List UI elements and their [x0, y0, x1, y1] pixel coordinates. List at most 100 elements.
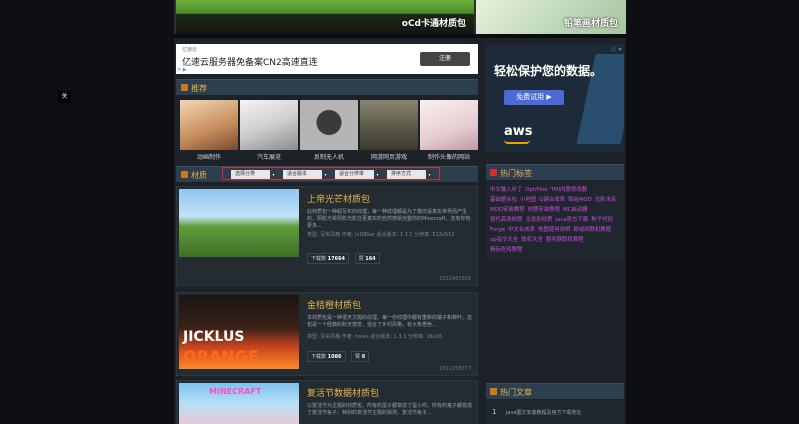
banner-pencil[interactable]: 铅笔画材质包: [476, 0, 626, 34]
tag-link[interactable]: Forge: [490, 225, 505, 235]
chevron-down-icon: ▾: [374, 170, 381, 179]
download-value: 1086: [327, 354, 342, 360]
section-recommend: 推荐: [176, 79, 478, 95]
banner-title: oCd卡通材质包: [401, 19, 466, 29]
filter-label: 选择分类: [235, 171, 256, 177]
ad-banner-right[interactable]: ⓘ ✕ 轻松保护您的数据。 免费试用 ▶ aws: [486, 44, 624, 152]
tag-icon: [490, 169, 497, 176]
like-value: 164: [365, 256, 376, 262]
download-label: 下载数: [311, 354, 327, 360]
card-thumbnail[interactable]: [179, 189, 299, 257]
material-card[interactable]: 上帝光芒材质包 此材质包一种超写实的纹理，每一种纹理都是为了模仿逼真实世界而产生…: [176, 186, 478, 286]
tag-link[interactable]: MC启动器: [563, 205, 588, 215]
rec-item[interactable]: 网游网页游戏: [360, 100, 418, 162]
filter-category-select[interactable]: 选择分类 ▾: [231, 170, 277, 179]
tag-link[interactable]: 材质安装教程: [528, 205, 560, 215]
download-count: 下载数 1086: [307, 351, 346, 362]
banner-title: 铅笔画材质包: [563, 19, 618, 29]
card-description: 此材质包一种超写实的纹理，每一种纹理都是为了模仿逼真实世界而产生的，阴影光晕阴影…: [307, 209, 471, 229]
tag-link[interactable]: 小地图: [520, 195, 536, 205]
tag-link[interactable]: 服务器联机教程: [546, 235, 584, 245]
like-count[interactable]: 赞 164: [354, 253, 380, 264]
filter-label: 排序方式: [391, 171, 412, 177]
banner-strip: [174, 34, 626, 38]
ad-trial-button[interactable]: 免费试用 ▶: [504, 90, 564, 105]
download-value: 17664: [327, 256, 346, 262]
top-banners: oCd卡通材质包 铅笔画材质包: [174, 0, 626, 38]
section-hot-articles: 热门文章: [486, 383, 624, 399]
tag-link[interactable]: 地图使用说明: [538, 225, 570, 235]
ad-title: 轻松保护您的数据。: [494, 64, 603, 78]
close-icon[interactable]: 关: [58, 91, 71, 103]
card-title[interactable]: 金桔橙材质包: [307, 298, 361, 311]
article-item[interactable]: 1 java图文安装教程及官方下载地址: [486, 400, 624, 424]
section-icon: [181, 171, 188, 178]
tag-cloud: 中文输入补丁 OptiFine TMI内置修改器基础整合包 小地图 G键合成表 铁砧MOD…: [486, 182, 624, 260]
like-count[interactable]: 赞 6: [351, 351, 370, 362]
filter-version-select[interactable]: 适合版本 ▾: [283, 170, 329, 179]
ad-info-icon[interactable]: ⓘ ✕: [611, 46, 622, 53]
ad-banner-left[interactable]: 亿速云 亿速云服务器免备案CN2高速直连 注册 ✕ ▶: [176, 44, 478, 74]
tag-link[interactable]: 中文合成表: [508, 225, 535, 235]
rec-image: [240, 100, 298, 150]
card-meta: 类型: 写实风格 作者: holve 适合版本: 1.3.1 分辨率: 16x1…: [307, 334, 442, 340]
ad-brand: 亿速云: [182, 47, 198, 53]
rec-caption: 网游网页游戏: [370, 154, 407, 161]
ad-text: 亿速云服务器免备案CN2高速直连: [182, 58, 318, 68]
card-stats: 下载数 1086 赞 6: [307, 351, 373, 362]
filter-resolution-select[interactable]: 适合分辨率 ▾: [335, 170, 381, 179]
like-label: 赞: [355, 354, 361, 360]
rec-image: [300, 100, 358, 150]
material-card[interactable]: MINECRAFT 复活节数据材质包 以复活节为主题的材质包，所有的蛋子都变成了…: [176, 380, 478, 424]
section-icon: [181, 84, 188, 91]
article-title[interactable]: java图文安装教程及官方下载地址: [506, 409, 581, 416]
banner-ocd[interactable]: oCd卡通材质包: [176, 0, 474, 34]
tag-link[interactable]: G键合成表: [539, 195, 565, 205]
card-title[interactable]: 上帝光芒材质包: [307, 192, 370, 205]
tag-link[interactable]: op指令大全: [490, 235, 518, 245]
tag-link[interactable]: java官方下载: [555, 215, 588, 225]
recommend-row: 动画制作 汽车展览 反制无人机 网游网页游戏 制作头像的网站: [176, 100, 478, 162]
tag-link[interactable]: 主设形材质: [525, 215, 552, 225]
tag-link[interactable]: 光影水反: [595, 195, 617, 205]
material-card[interactable]: JICKLUS ORANGE 金桔橙材质包 本材质包是一种很天文题的纹理。每一份…: [176, 292, 478, 376]
tag-link[interactable]: 种子代码: [591, 215, 613, 225]
article-icon: [490, 388, 497, 395]
rec-caption: 制作头像的网站: [427, 154, 470, 161]
card-stats: 下载数 17664 赞 164: [307, 253, 384, 264]
card-thumbnail[interactable]: JICKLUS ORANGE: [179, 295, 299, 369]
tag-link[interactable]: TMI内置修改器: [551, 185, 588, 195]
rec-item[interactable]: 制作头像的网站: [420, 100, 478, 162]
tag-link[interactable]: 基础整合包: [490, 195, 517, 205]
article-rank: 1: [492, 408, 497, 416]
rec-image: [180, 100, 238, 150]
section-title: 热门标签: [500, 169, 532, 178]
tag-link[interactable]: MOD安装教程: [490, 205, 525, 215]
like-label: 赞: [358, 256, 364, 262]
tag-link[interactable]: 畅玩吃鸡教程: [490, 245, 522, 255]
tag-link[interactable]: 中文输入补丁: [490, 185, 522, 195]
tag-link[interactable]: 铁砧MOD: [568, 195, 592, 205]
rec-caption: 汽车展览: [256, 154, 281, 161]
tag-link[interactable]: 局域网联机教程: [573, 225, 611, 235]
ad-close-icon[interactable]: ✕ ▶: [177, 67, 187, 73]
rec-image: [420, 100, 478, 150]
rec-image: [360, 100, 418, 150]
tag-link[interactable]: 现代高清材质: [490, 215, 522, 225]
card-title[interactable]: 复活节数据材质包: [307, 386, 379, 399]
rec-item[interactable]: 反制无人机: [300, 100, 358, 162]
card-meta: 类型: 写实风格 作者: lvDBSer 适合版本: 1.3.1 分辨率: 51…: [307, 232, 455, 238]
filter-sort-select[interactable]: 排序方式 ▾: [387, 170, 433, 179]
tag-link[interactable]: 联机大全: [521, 235, 543, 245]
rec-item[interactable]: 动画制作: [180, 100, 238, 162]
section-hot-tags: 热门标签: [486, 164, 624, 180]
aws-swoosh-icon: [504, 140, 530, 144]
like-value: 6: [361, 354, 366, 360]
thumb-text: MINECRAFT: [209, 387, 262, 396]
ad-register-button[interactable]: 注册: [420, 52, 470, 66]
rec-item[interactable]: 汽车展览: [240, 100, 298, 162]
filter-label: 适合版本: [287, 171, 308, 177]
card-thumbnail[interactable]: MINECRAFT: [179, 383, 299, 424]
tag-link[interactable]: OptiFine: [525, 185, 547, 195]
card-id: 1552258077: [439, 366, 471, 372]
